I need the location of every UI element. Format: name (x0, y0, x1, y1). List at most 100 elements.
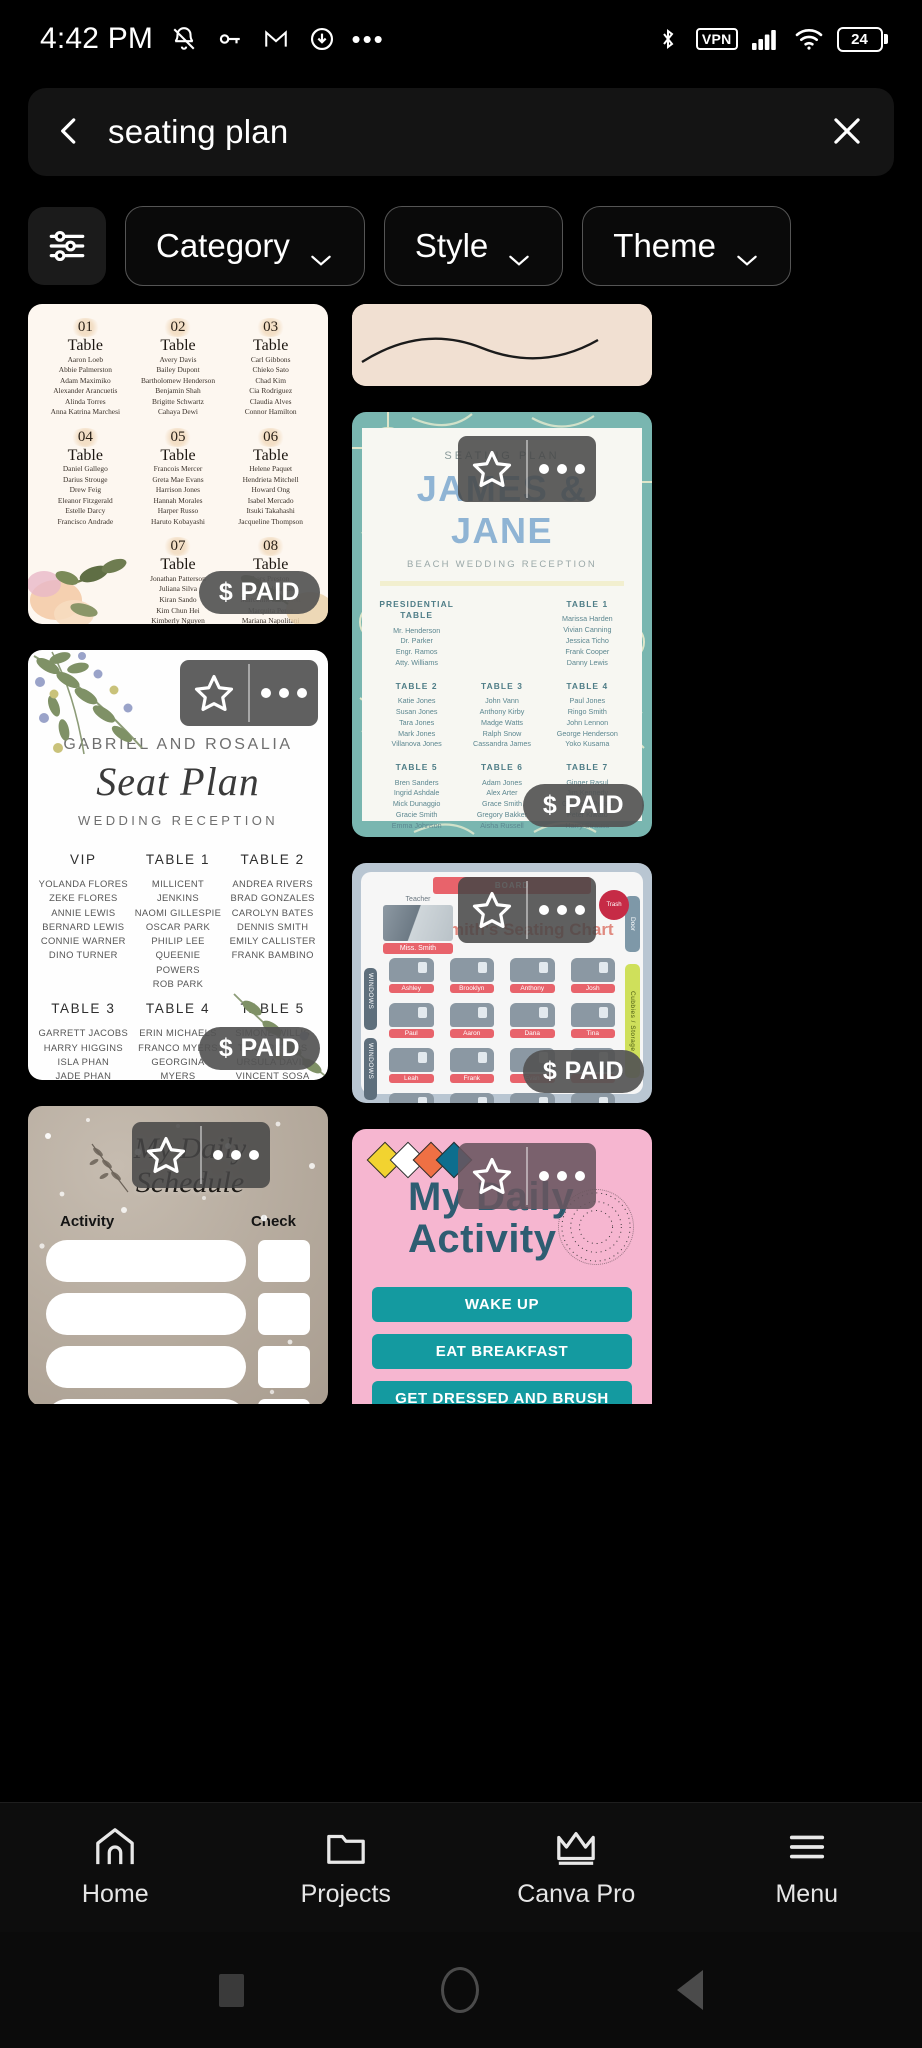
search-input[interactable] (108, 113, 810, 151)
activity-item[interactable]: WAKE UP (372, 1287, 632, 1322)
template-card-gabriel-rosalia-seat-plan[interactable]: GABRIEL AND ROSALIA Seat Plan WEDDING RE… (28, 650, 328, 1080)
card-actions-overlay (180, 660, 318, 726)
table-label: TABLE 5 (395, 762, 438, 773)
recents-square-icon[interactable] (218, 1973, 244, 2007)
activity-field[interactable] (46, 1399, 246, 1404)
folder-icon (323, 1826, 369, 1873)
desk[interactable]: Dana (510, 1003, 555, 1038)
filter-chip-style[interactable]: Style (383, 206, 564, 286)
card-actions-overlay (458, 1143, 596, 1209)
nav-item-home[interactable]: Home (0, 1826, 231, 1909)
desk[interactable]: Tina (570, 1003, 615, 1038)
guest-list: Avery Davis Bailey Dupont Bartholomew Hend… (140, 354, 216, 417)
search-bar[interactable] (28, 88, 894, 176)
more-options-button[interactable] (202, 1122, 270, 1188)
table-block: 01 Table Aaron Loeb Abbie Palmerston Adam … (40, 318, 131, 418)
status-bar-right: VPN 24 (653, 24, 888, 54)
more-options-button[interactable] (528, 436, 596, 502)
card-actions-overlay (458, 877, 596, 943)
seat-table-block: TABLE 3 John Vann Anthony Kirby Madge Watt… (461, 681, 542, 750)
status-time: 4:42 PM (40, 22, 154, 55)
table-label: VIP (70, 852, 97, 867)
back-icon[interactable] (50, 112, 90, 152)
student-name: Leah (389, 1074, 434, 1083)
desk[interactable]: Ashley (389, 958, 434, 993)
template-card-my-daily-activity[interactable]: My Daily Activity WAKE UP EAT BREAKFAST … (352, 1129, 652, 1404)
seat-table-block: PRESIDENTIAL TABLE Mr. Henderson Dr. Park… (376, 599, 457, 669)
favorite-star-button[interactable] (132, 1122, 200, 1188)
chevron-down-icon (734, 238, 760, 266)
desk[interactable]: Maya (570, 1093, 615, 1103)
favorite-star-button[interactable] (458, 877, 526, 943)
desk[interactable]: Lee (449, 1093, 494, 1103)
desk[interactable]: Leah (389, 1048, 434, 1083)
activity-item[interactable]: EAT BREAKFAST (372, 1334, 632, 1369)
teacher-name: Miss. Smith (383, 943, 453, 954)
more-options-button[interactable] (528, 1143, 596, 1209)
abstract-line-art-icon (352, 304, 652, 386)
favorite-star-button[interactable] (458, 1143, 526, 1209)
table-label: TABLE 1 (145, 852, 211, 867)
check-box[interactable] (258, 1346, 310, 1389)
nav-item-canva-pro[interactable]: Canva Pro (461, 1826, 692, 1909)
chevron-down-icon (506, 238, 532, 266)
more-dots-icon (261, 688, 307, 698)
desk[interactable]: Josh (570, 958, 615, 993)
bluetooth-icon (653, 24, 683, 54)
desk-icon (449, 958, 494, 982)
table-label: TABLE 7 (566, 762, 609, 773)
vpn-badge: VPN (695, 27, 738, 51)
schedule-col-check: Check (250, 1213, 296, 1231)
results-column-left: 01 Table Aaron Loeb Abbie Palmerston Adam … (28, 304, 328, 1404)
template-card-miss-smith-seating-chart[interactable]: BOARD Miss. Smith's Seating Chart Teache… (352, 863, 652, 1103)
desk-icon (389, 958, 434, 982)
template-card-james-jane-seating-plan[interactable]: SEATING PLAN JAMES & JANE BEACH WEDDING … (352, 412, 652, 837)
activity-field[interactable] (46, 1346, 246, 1389)
table-label: Table (67, 337, 103, 354)
schedule-row (46, 1240, 310, 1283)
desk[interactable]: Frank (449, 1048, 494, 1083)
template-card-floral-table-chart[interactable]: 01 Table Aaron Loeb Abbie Palmerston Adam … (28, 304, 328, 624)
student-name: Paul (389, 1029, 434, 1038)
activity-field[interactable] (46, 1293, 246, 1336)
filter-chip-theme[interactable]: Theme (582, 206, 791, 286)
filter-chip-label: Theme (613, 227, 716, 264)
clear-search-icon[interactable] (828, 112, 868, 152)
check-box[interactable] (258, 1240, 310, 1283)
desk[interactable]: Brooklyn (449, 958, 494, 993)
favorite-star-button[interactable] (180, 660, 248, 726)
paid-badge: $ PAID (522, 1050, 644, 1093)
more-dots-icon (539, 464, 585, 474)
desk[interactable]: Justin (510, 1093, 555, 1103)
desk[interactable]: Brent (389, 1093, 434, 1103)
check-box[interactable] (258, 1293, 310, 1336)
desk[interactable]: Anthony (510, 958, 555, 993)
nav-item-projects[interactable]: Projects (231, 1826, 462, 1909)
status-bar-left: 4:42 PM ••• (40, 22, 383, 56)
table-label: TABLE 4 (145, 1001, 211, 1017)
desk[interactable]: Aaron (449, 1003, 494, 1038)
student-name: Aaron (449, 1029, 494, 1038)
seat-table-block: TABLE 3 GARRETT JACOBS HARRY HIGGINS ISLA … (38, 1001, 129, 1080)
home-circle-icon[interactable] (441, 1967, 480, 2013)
nav-item-menu[interactable]: Menu (692, 1826, 922, 1909)
sliders-filter-icon[interactable] (28, 207, 106, 285)
template-results-grid: 01 Table Aaron Loeb Abbie Palmerston Adam … (0, 304, 922, 1404)
desk[interactable]: Paul (389, 1003, 434, 1038)
activity-item[interactable]: GET DRESSED AND BRUSH TEETH (372, 1381, 632, 1404)
hamburger-menu-icon (784, 1826, 830, 1873)
table-number: 01 (69, 318, 101, 337)
schedule-rows (46, 1240, 310, 1404)
check-box[interactable] (258, 1399, 310, 1404)
back-triangle-icon[interactable] (677, 1970, 704, 2010)
more-options-button[interactable] (250, 660, 318, 726)
more-dots-icon: ••• (351, 24, 385, 54)
template-card-beige-partial[interactable] (352, 304, 652, 386)
favorite-star-button[interactable] (458, 436, 526, 502)
template-card-my-daily-schedule[interactable]: My Daily Schedule Activity Check (28, 1106, 328, 1404)
activity-field[interactable] (46, 1240, 246, 1283)
filter-chip-category[interactable]: Category (125, 206, 365, 286)
more-options-button[interactable] (528, 877, 596, 943)
bottom-navigation-bar: Home Projects Canva Pro Menu (0, 1802, 922, 1932)
floral-decoration-icon (28, 558, 127, 624)
